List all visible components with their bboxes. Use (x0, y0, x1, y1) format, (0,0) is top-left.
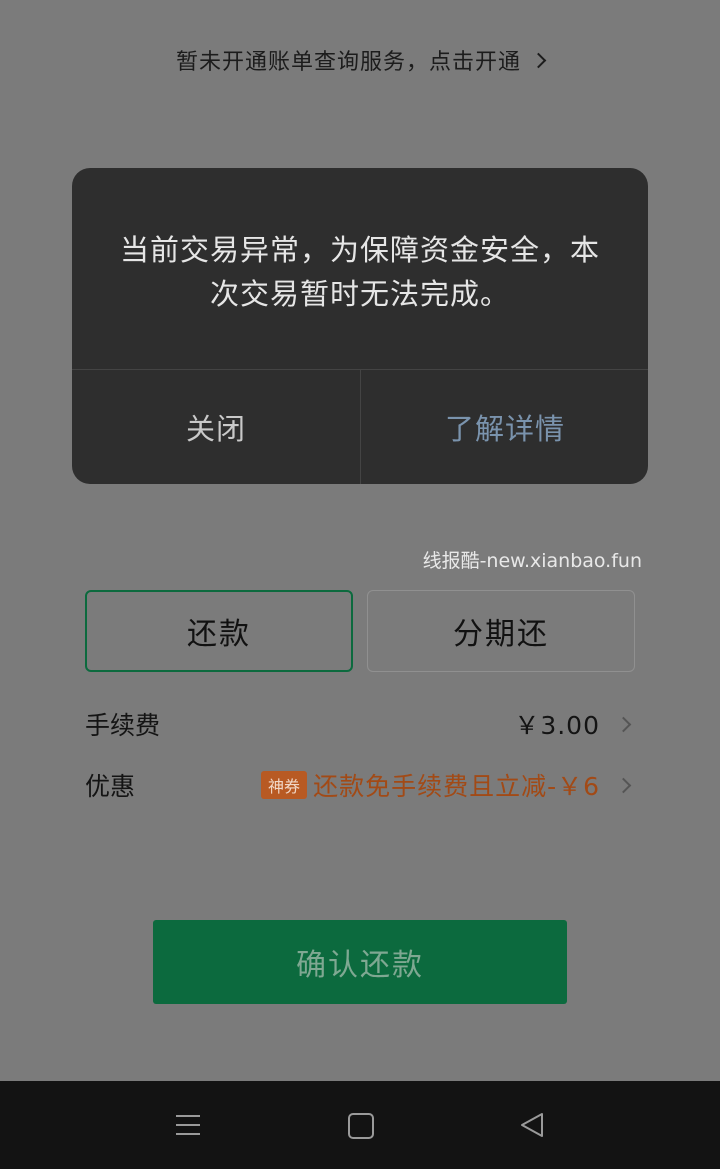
home-icon[interactable] (348, 1113, 374, 1139)
coupon-badge: 神券 (261, 771, 308, 799)
fee-row[interactable]: 手续费 ￥3.00 (85, 704, 635, 744)
billing-service-link-label: 暂未开通账单查询服务，点击开通 (175, 50, 521, 75)
dialog-message: 当前交易异常，为保障资金安全，本次交易暂时无法完成。 (119, 233, 600, 311)
chevron-right-icon (615, 777, 632, 793)
transaction-error-dialog: 当前交易异常，为保障资金安全，本次交易暂时无法完成。 关闭 了解详情 (72, 168, 648, 484)
back-icon[interactable] (518, 1111, 546, 1139)
learn-more-button[interactable]: 了解详情 (361, 370, 648, 484)
watermark-text: 线报酷-new.xianbao.fun (422, 550, 642, 572)
system-nav-bar (0, 1081, 720, 1169)
menu-icon[interactable] (175, 1112, 201, 1138)
repay-option-button[interactable]: 还款 (85, 590, 353, 672)
fee-amount: ￥3.00 (514, 711, 600, 740)
promo-text: 还款免手续费且立减-￥6 (313, 772, 600, 801)
installment-option-button[interactable]: 分期还 (367, 590, 635, 672)
promo-label: 优惠 (85, 772, 136, 801)
confirm-repay-button[interactable]: 确认还款 (153, 920, 567, 1004)
close-button[interactable]: 关闭 (72, 370, 360, 484)
promo-row[interactable]: 优惠 神券 还款免手续费且立减-￥6 (85, 765, 635, 805)
fee-label: 手续费 (85, 711, 161, 740)
chevron-right-icon (615, 716, 632, 732)
chevron-right-icon (530, 52, 547, 69)
billing-service-link[interactable]: 暂未开通账单查询服务，点击开通 (0, 44, 720, 76)
